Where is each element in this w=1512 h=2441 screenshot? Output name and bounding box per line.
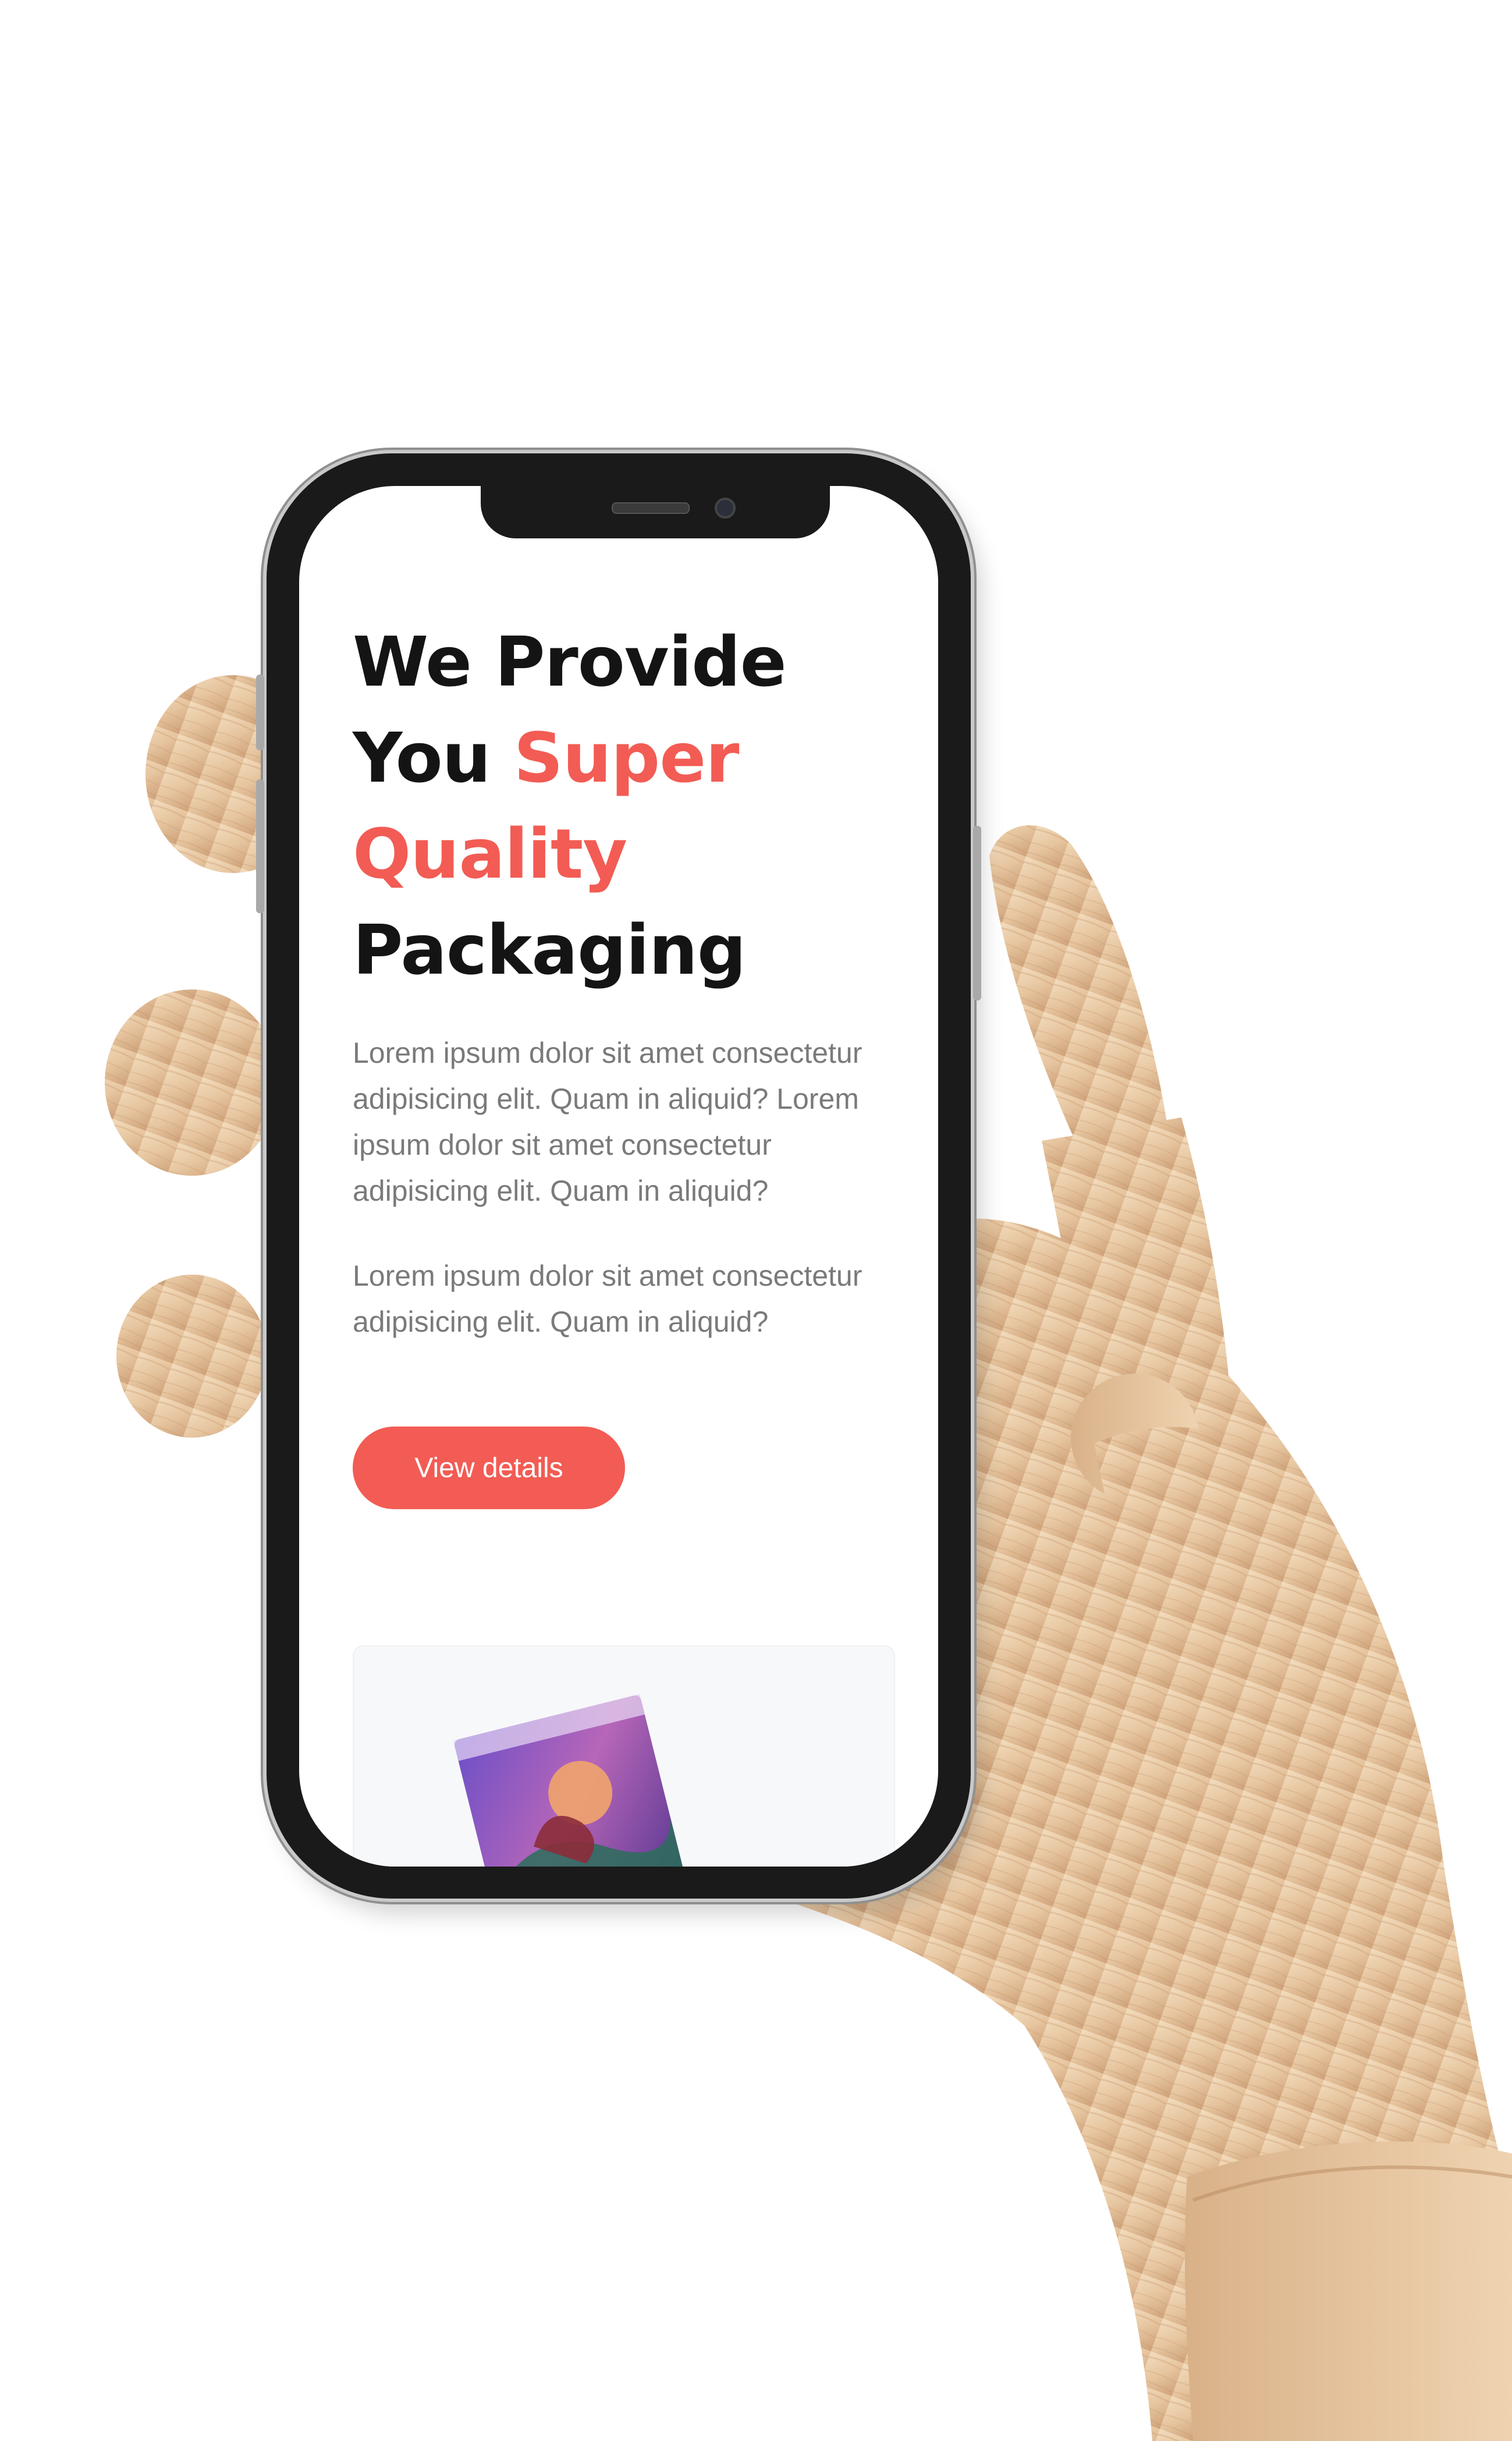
finger-tip-3 <box>116 1275 268 1438</box>
hero-headline: We Provide You Super Quality Packaging <box>353 614 876 998</box>
phone-frame: We Provide You Super Quality Packaging L… <box>256 453 981 1899</box>
thumb-tip <box>989 825 1170 1170</box>
headline-line-1: We Provide <box>353 622 787 702</box>
hero-section: We Provide You Super Quality Packaging L… <box>353 614 876 1509</box>
power-button <box>973 826 981 1000</box>
phone-screen: We Provide You Super Quality Packaging L… <box>299 486 938 1867</box>
headline-accent-1: Super <box>513 718 740 798</box>
volume-up-button <box>256 675 264 750</box>
mockup-stage: We Provide You Super Quality Packaging L… <box>0 0 1512 2441</box>
front-camera-icon <box>715 498 736 519</box>
finger-tip-2 <box>105 989 279 1176</box>
view-details-button[interactable]: View details <box>353 1427 625 1509</box>
volume-down-button <box>256 779 264 913</box>
headline-line-2-prefix: You <box>353 718 514 798</box>
phone-notch <box>481 486 830 538</box>
headline-accent-2: Quality <box>353 814 627 894</box>
earpiece-speaker-icon <box>612 502 690 514</box>
hero-paragraph-2: Lorem ipsum dolor sit amet consectetur a… <box>353 1259 863 1338</box>
headline-line-4: Packaging <box>353 910 746 990</box>
hero-paragraph-1: Lorem ipsum dolor sit amet consectetur a… <box>353 1037 863 1207</box>
packaging-product-image <box>453 1694 699 1867</box>
product-image-card[interactable] <box>353 1645 895 1867</box>
